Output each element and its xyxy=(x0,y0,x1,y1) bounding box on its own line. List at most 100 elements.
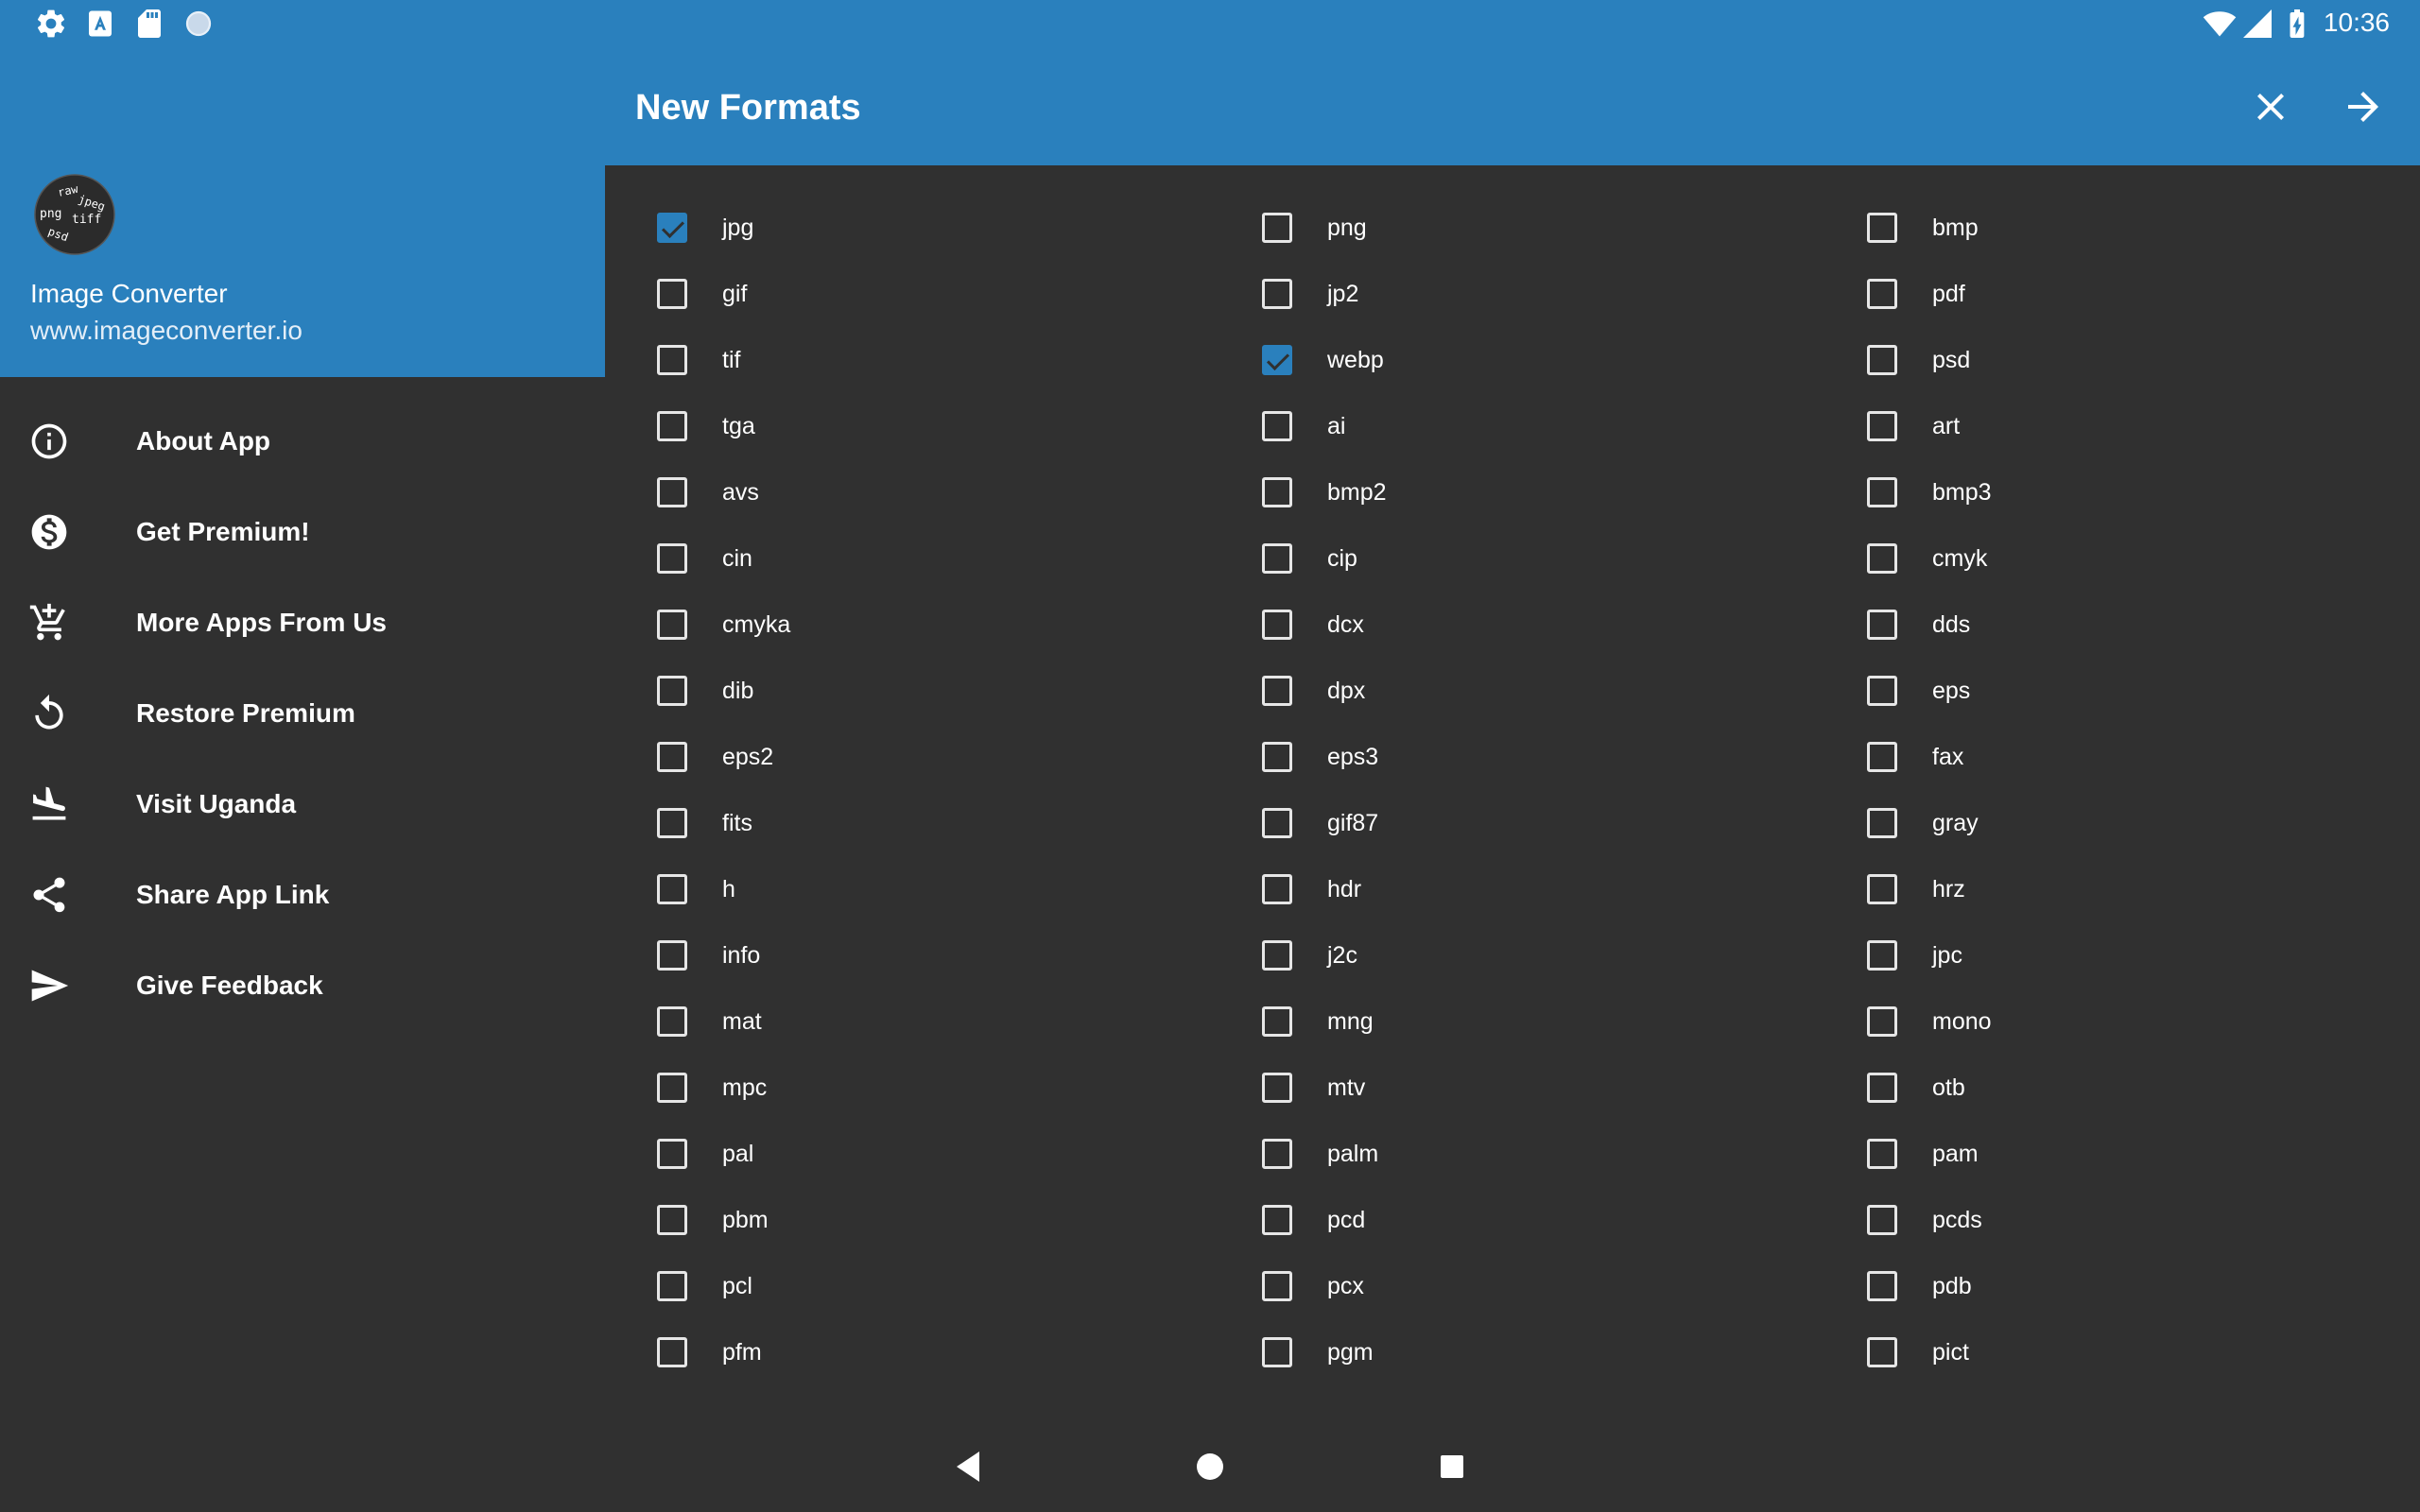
format-option-pcd[interactable]: pcd xyxy=(1210,1198,1815,1264)
format-checkbox[interactable] xyxy=(657,345,687,375)
format-option-fits[interactable]: fits xyxy=(605,801,1210,868)
menu-item-more-apps[interactable]: More Apps From Us xyxy=(0,577,605,668)
app-url[interactable]: www.imageconverter.io xyxy=(30,314,302,348)
format-option-cin[interactable]: cin xyxy=(605,537,1210,603)
format-checkbox[interactable] xyxy=(1867,808,1897,838)
format-option-dib[interactable]: dib xyxy=(605,669,1210,735)
format-checkbox[interactable] xyxy=(1262,1205,1292,1235)
format-checkbox[interactable] xyxy=(1262,874,1292,904)
format-checkbox[interactable] xyxy=(657,411,687,441)
recents-button[interactable] xyxy=(1429,1444,1475,1489)
format-checkbox[interactable] xyxy=(1867,940,1897,971)
format-option-pbm[interactable]: pbm xyxy=(605,1198,1210,1264)
format-option-gray[interactable]: gray xyxy=(1815,801,2420,868)
menu-item-get-premium[interactable]: Get Premium! xyxy=(0,487,605,577)
format-option-pcds[interactable]: pcds xyxy=(1815,1198,2420,1264)
format-checkbox[interactable] xyxy=(1262,742,1292,772)
format-checkbox[interactable] xyxy=(1867,477,1897,507)
format-checkbox[interactable] xyxy=(1262,411,1292,441)
format-option-bmp3[interactable]: bmp3 xyxy=(1815,471,2420,537)
format-checkbox[interactable] xyxy=(1867,1006,1897,1037)
format-checkbox[interactable] xyxy=(1262,610,1292,640)
format-checkbox[interactable] xyxy=(657,1139,687,1169)
back-button[interactable] xyxy=(947,1444,993,1489)
format-checkbox[interactable] xyxy=(1262,1073,1292,1103)
format-option-j2c[interactable]: j2c xyxy=(1210,934,1815,1000)
format-checkbox[interactable] xyxy=(1867,610,1897,640)
format-checkbox[interactable] xyxy=(657,1006,687,1037)
format-checkbox[interactable] xyxy=(1262,543,1292,574)
format-checkbox[interactable] xyxy=(1262,1271,1292,1301)
format-checkbox[interactable] xyxy=(1262,345,1292,375)
format-option-mng[interactable]: mng xyxy=(1210,1000,1815,1066)
format-option-mono[interactable]: mono xyxy=(1815,1000,2420,1066)
format-checkbox[interactable] xyxy=(657,940,687,971)
format-checkbox[interactable] xyxy=(1867,1271,1897,1301)
format-checkbox[interactable] xyxy=(1867,742,1897,772)
home-button[interactable] xyxy=(1187,1444,1233,1489)
format-checkbox[interactable] xyxy=(1867,1139,1897,1169)
format-option-dds[interactable]: dds xyxy=(1815,603,2420,669)
format-option-pict[interactable]: pict xyxy=(1815,1331,2420,1397)
format-checkbox[interactable] xyxy=(1867,1337,1897,1367)
format-option-gif[interactable]: gif xyxy=(605,272,1210,338)
format-checkbox[interactable] xyxy=(657,808,687,838)
next-button[interactable] xyxy=(2339,84,2388,129)
format-option-pal[interactable]: pal xyxy=(605,1132,1210,1198)
format-checkbox[interactable] xyxy=(1867,543,1897,574)
format-option-tif[interactable]: tif xyxy=(605,338,1210,404)
format-checkbox[interactable] xyxy=(1867,279,1897,309)
format-option-psd[interactable]: psd xyxy=(1815,338,2420,404)
format-option-pfm[interactable]: pfm xyxy=(605,1331,1210,1397)
format-option-pgm[interactable]: pgm xyxy=(1210,1331,1815,1397)
format-option-mat[interactable]: mat xyxy=(605,1000,1210,1066)
format-checkbox[interactable] xyxy=(1867,345,1897,375)
format-checkbox[interactable] xyxy=(657,1271,687,1301)
format-checkbox[interactable] xyxy=(1262,1006,1292,1037)
format-option-bmp[interactable]: bmp xyxy=(1815,206,2420,272)
format-option-tga[interactable]: tga xyxy=(605,404,1210,471)
format-checkbox[interactable] xyxy=(657,213,687,243)
format-option-webp[interactable]: webp xyxy=(1210,338,1815,404)
format-checkbox[interactable] xyxy=(1867,411,1897,441)
format-option-pcx[interactable]: pcx xyxy=(1210,1264,1815,1331)
format-checkbox[interactable] xyxy=(657,1337,687,1367)
format-option-eps[interactable]: eps xyxy=(1815,669,2420,735)
format-option-mtv[interactable]: mtv xyxy=(1210,1066,1815,1132)
format-option-pdf[interactable]: pdf xyxy=(1815,272,2420,338)
format-option-info[interactable]: info xyxy=(605,934,1210,1000)
format-checkbox[interactable] xyxy=(1262,1139,1292,1169)
format-option-h[interactable]: h xyxy=(605,868,1210,934)
format-checkbox[interactable] xyxy=(1867,874,1897,904)
format-option-fax[interactable]: fax xyxy=(1815,735,2420,801)
menu-item-about-app[interactable]: About App xyxy=(0,396,605,487)
menu-item-share-app-link[interactable]: Share App Link xyxy=(0,850,605,940)
format-option-avs[interactable]: avs xyxy=(605,471,1210,537)
format-checkbox[interactable] xyxy=(657,610,687,640)
menu-item-give-feedback[interactable]: Give Feedback xyxy=(0,940,605,1031)
format-option-png[interactable]: png xyxy=(1210,206,1815,272)
format-checkbox[interactable] xyxy=(657,874,687,904)
close-button[interactable] xyxy=(2248,84,2293,129)
format-checkbox[interactable] xyxy=(1262,808,1292,838)
format-option-eps3[interactable]: eps3 xyxy=(1210,735,1815,801)
format-option-gif87[interactable]: gif87 xyxy=(1210,801,1815,868)
format-option-jpc[interactable]: jpc xyxy=(1815,934,2420,1000)
format-checkbox[interactable] xyxy=(1262,279,1292,309)
format-checkbox[interactable] xyxy=(1262,477,1292,507)
format-option-cmyka[interactable]: cmyka xyxy=(605,603,1210,669)
format-option-bmp2[interactable]: bmp2 xyxy=(1210,471,1815,537)
format-option-cip[interactable]: cip xyxy=(1210,537,1815,603)
format-option-ai[interactable]: ai xyxy=(1210,404,1815,471)
format-checkbox[interactable] xyxy=(657,279,687,309)
format-checkbox[interactable] xyxy=(657,1073,687,1103)
format-option-jp2[interactable]: jp2 xyxy=(1210,272,1815,338)
format-option-pam[interactable]: pam xyxy=(1815,1132,2420,1198)
format-option-jpg[interactable]: jpg xyxy=(605,206,1210,272)
format-checkbox[interactable] xyxy=(1262,213,1292,243)
menu-item-restore-premium[interactable]: Restore Premium xyxy=(0,668,605,759)
format-option-mpc[interactable]: mpc xyxy=(605,1066,1210,1132)
format-option-palm[interactable]: palm xyxy=(1210,1132,1815,1198)
menu-item-visit-uganda[interactable]: Visit Uganda xyxy=(0,759,605,850)
format-option-pcl[interactable]: pcl xyxy=(605,1264,1210,1331)
